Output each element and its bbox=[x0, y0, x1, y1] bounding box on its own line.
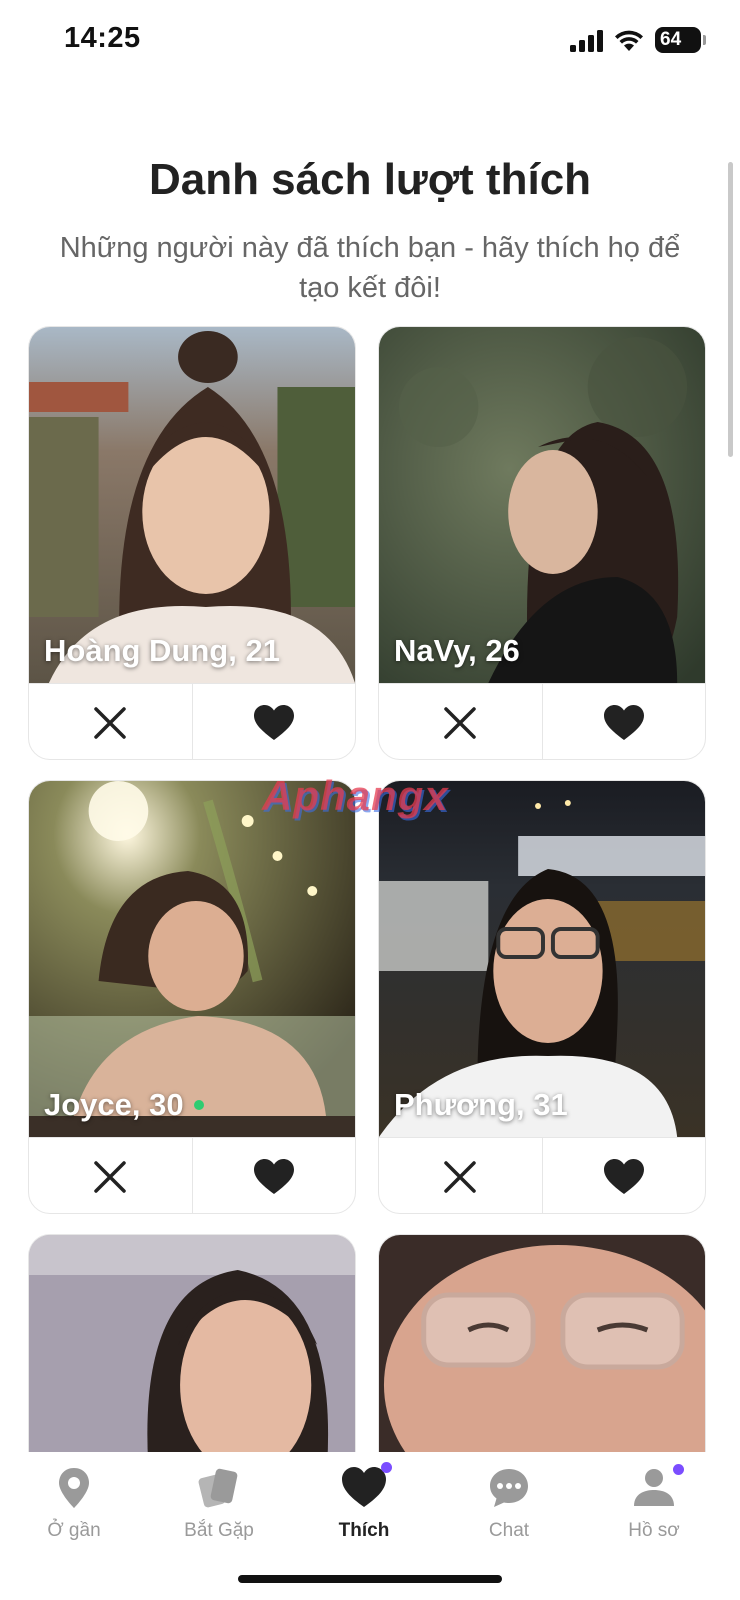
heart-icon bbox=[603, 704, 644, 740]
profile-photo-image bbox=[379, 327, 705, 683]
cellular-signal-icon bbox=[570, 30, 603, 52]
nav-label: Ở gần bbox=[47, 1520, 101, 1541]
profile-photo-image bbox=[379, 781, 705, 1137]
cards-icon bbox=[198, 1468, 238, 1508]
nav-item-profile[interactable]: Hồ sơ bbox=[580, 1464, 728, 1542]
profile-card[interactable] bbox=[28, 1234, 356, 1464]
like-button[interactable] bbox=[191, 1138, 356, 1213]
close-icon bbox=[444, 706, 476, 739]
nav-label: Bắt Gặp bbox=[184, 1520, 254, 1541]
nav-label: Thích bbox=[338, 1520, 390, 1541]
card-actions bbox=[29, 683, 356, 759]
profile-name-text: Hoàng Dung, 21 bbox=[44, 633, 280, 668]
close-icon bbox=[94, 706, 126, 739]
nav-item-encounter[interactable]: Bắt Gặp bbox=[145, 1464, 293, 1542]
like-button[interactable] bbox=[191, 684, 356, 759]
heart-icon bbox=[340, 1462, 392, 1512]
dislike-button[interactable] bbox=[379, 1138, 542, 1213]
nav-item-nearby[interactable]: Ở gần bbox=[0, 1464, 148, 1542]
notification-dot bbox=[673, 1464, 684, 1475]
profile-card[interactable]: NaVy, 26 bbox=[378, 326, 706, 760]
dislike-button[interactable] bbox=[29, 684, 192, 759]
home-indicator bbox=[238, 1575, 502, 1583]
like-button[interactable] bbox=[541, 684, 706, 759]
scroll-indicator[interactable] bbox=[728, 162, 733, 457]
dislike-button[interactable] bbox=[29, 1138, 192, 1213]
profile-name-text: Joyce, 30 bbox=[44, 1087, 184, 1122]
profile-photo-image bbox=[379, 1235, 705, 1464]
profile-name: Hoàng Dung, 21 bbox=[44, 633, 280, 669]
nav-item-chat[interactable]: Chat bbox=[435, 1464, 583, 1542]
card-actions bbox=[29, 1137, 356, 1213]
card-actions bbox=[379, 683, 706, 759]
online-status-dot bbox=[193, 1100, 204, 1110]
status-time: 14:25 bbox=[64, 22, 141, 54]
nav-label: Hồ sơ bbox=[628, 1520, 680, 1541]
profile-photo[interactable]: Phương, 31 bbox=[379, 781, 705, 1137]
profile-card[interactable]: Phương, 31 bbox=[378, 780, 706, 1214]
watermark: Aphangx bbox=[262, 772, 449, 819]
battery-level: 64 bbox=[660, 29, 682, 50]
profile-name: Phương, 31 bbox=[394, 1087, 568, 1123]
profile-photo-image bbox=[29, 1235, 355, 1464]
profile-photo[interactable]: Hoàng Dung, 21 bbox=[29, 327, 355, 683]
heart-icon bbox=[603, 1158, 644, 1194]
profile-photo-image bbox=[29, 781, 355, 1137]
page-subtitle: Những người này đã thích bạn - hãy thích… bbox=[59, 232, 681, 304]
profile-icon bbox=[630, 1464, 684, 1512]
card-actions bbox=[379, 1137, 706, 1213]
profile-photo-image bbox=[29, 327, 355, 683]
profile-name: Joyce, 30 bbox=[44, 1087, 204, 1123]
profile-card[interactable]: Joyce, 30 bbox=[28, 780, 356, 1214]
chat-bubble-icon bbox=[490, 1469, 528, 1507]
heart-icon bbox=[253, 1158, 294, 1194]
status-bar: 14:25 64 bbox=[0, 0, 740, 80]
close-icon bbox=[444, 1160, 476, 1193]
profile-name: NaVy, 26 bbox=[394, 633, 520, 669]
like-button[interactable] bbox=[541, 1138, 706, 1213]
wifi-icon bbox=[615, 30, 643, 51]
battery-indicator: 64 bbox=[655, 27, 706, 53]
profile-card[interactable] bbox=[378, 1234, 706, 1464]
nav-label: Chat bbox=[488, 1520, 530, 1541]
nav-item-likes[interactable]: Thích bbox=[290, 1462, 438, 1542]
profile-card[interactable]: Hoàng Dung, 21 bbox=[28, 326, 356, 760]
heart-icon bbox=[253, 704, 294, 740]
profile-name-text: NaVy, 26 bbox=[394, 633, 520, 668]
page-title: Danh sách lượt thích bbox=[148, 155, 592, 204]
location-pin-icon bbox=[59, 1468, 89, 1508]
profile-photo[interactable] bbox=[29, 1235, 355, 1464]
profile-photo[interactable]: Joyce, 30 bbox=[29, 781, 355, 1137]
profile-name-text: Phương, 31 bbox=[394, 1087, 568, 1122]
dislike-button[interactable] bbox=[379, 684, 542, 759]
notification-dot bbox=[381, 1462, 392, 1473]
profile-photo[interactable] bbox=[379, 1235, 705, 1464]
close-icon bbox=[94, 1160, 126, 1193]
profile-photo[interactable]: NaVy, 26 bbox=[379, 327, 705, 683]
